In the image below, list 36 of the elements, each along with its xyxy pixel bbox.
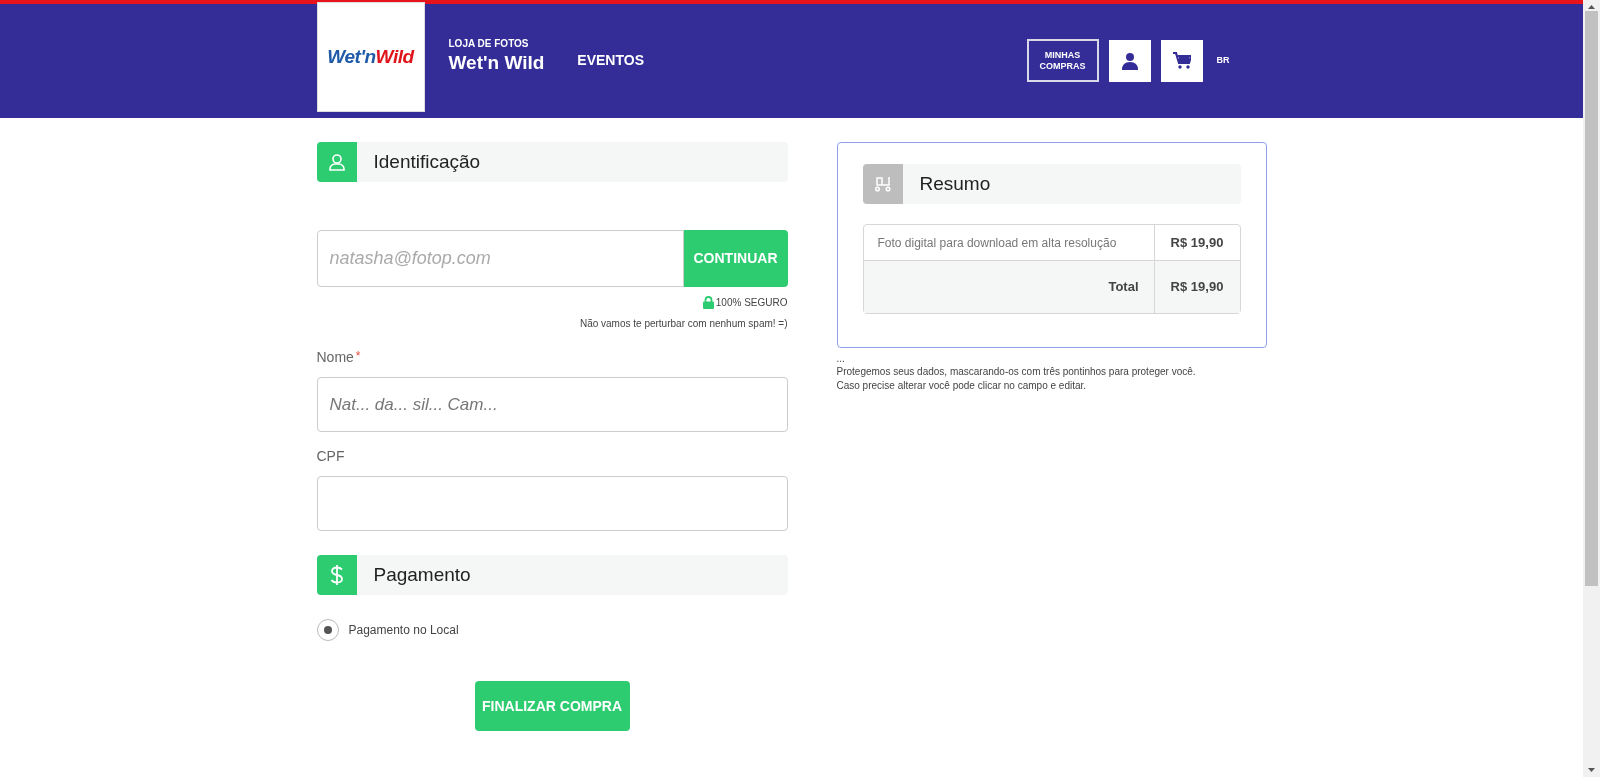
scroll-up-icon	[1588, 5, 1595, 9]
store-caption: LOJA DE FOTOS	[448, 38, 530, 51]
nav-link[interactable]: EVENTOS	[577, 50, 644, 71]
cart-icon	[1172, 52, 1191, 69]
dollar-icon	[329, 564, 344, 586]
spam-note: Não vamos te perturbar com nenhum spam! =)	[579, 317, 788, 331]
privacy-note: Protegemos seus dados, mascarando-os com três pontinhos para proteger você.	[836, 365, 1197, 379]
total-price: R$ 19,90	[1153, 261, 1240, 313]
item-description: Foto digital para download em alta resolução	[876, 234, 1118, 252]
email-field[interactable]: natasha@fotop.com	[316, 230, 684, 287]
required-mark: *	[355, 348, 361, 365]
my-purchases-button[interactable]: MINHAS COMPRAS	[1026, 39, 1099, 82]
account-button[interactable]	[1108, 39, 1151, 82]
section-title: Resumo	[919, 171, 991, 196]
logo[interactable]: Wet'nWild	[316, 2, 425, 112]
ellipsis-text: ...	[836, 352, 846, 365]
user-icon	[1120, 51, 1139, 70]
cart-button[interactable]	[1160, 39, 1203, 82]
field-label: CPF	[316, 447, 345, 466]
total-label: Total	[1107, 278, 1140, 297]
scroll-down-icon	[1588, 768, 1595, 772]
user-icon	[327, 153, 346, 171]
section-title: Pagamento	[373, 562, 471, 587]
section-title: Identificação	[373, 149, 481, 174]
item-price: R$ 19,90	[1153, 225, 1240, 260]
text-field[interactable]	[316, 476, 788, 531]
text-field[interactable]: Nat... da... sil... Cam...	[316, 377, 788, 432]
scrollbar[interactable]	[1583, 0, 1600, 777]
privacy-note: Caso precise alterar você pode clicar no campo e editar.	[836, 379, 1088, 393]
lock-icon	[702, 296, 714, 309]
store-name: Wet'n Wild	[448, 50, 545, 75]
language-label[interactable]: BR	[1216, 53, 1230, 68]
secure-label: 100% SEGURO	[715, 296, 788, 310]
field-label: Nome	[316, 348, 354, 367]
cart-icon	[873, 176, 892, 192]
radio-option[interactable]: Pagamento no Local	[316, 619, 788, 641]
